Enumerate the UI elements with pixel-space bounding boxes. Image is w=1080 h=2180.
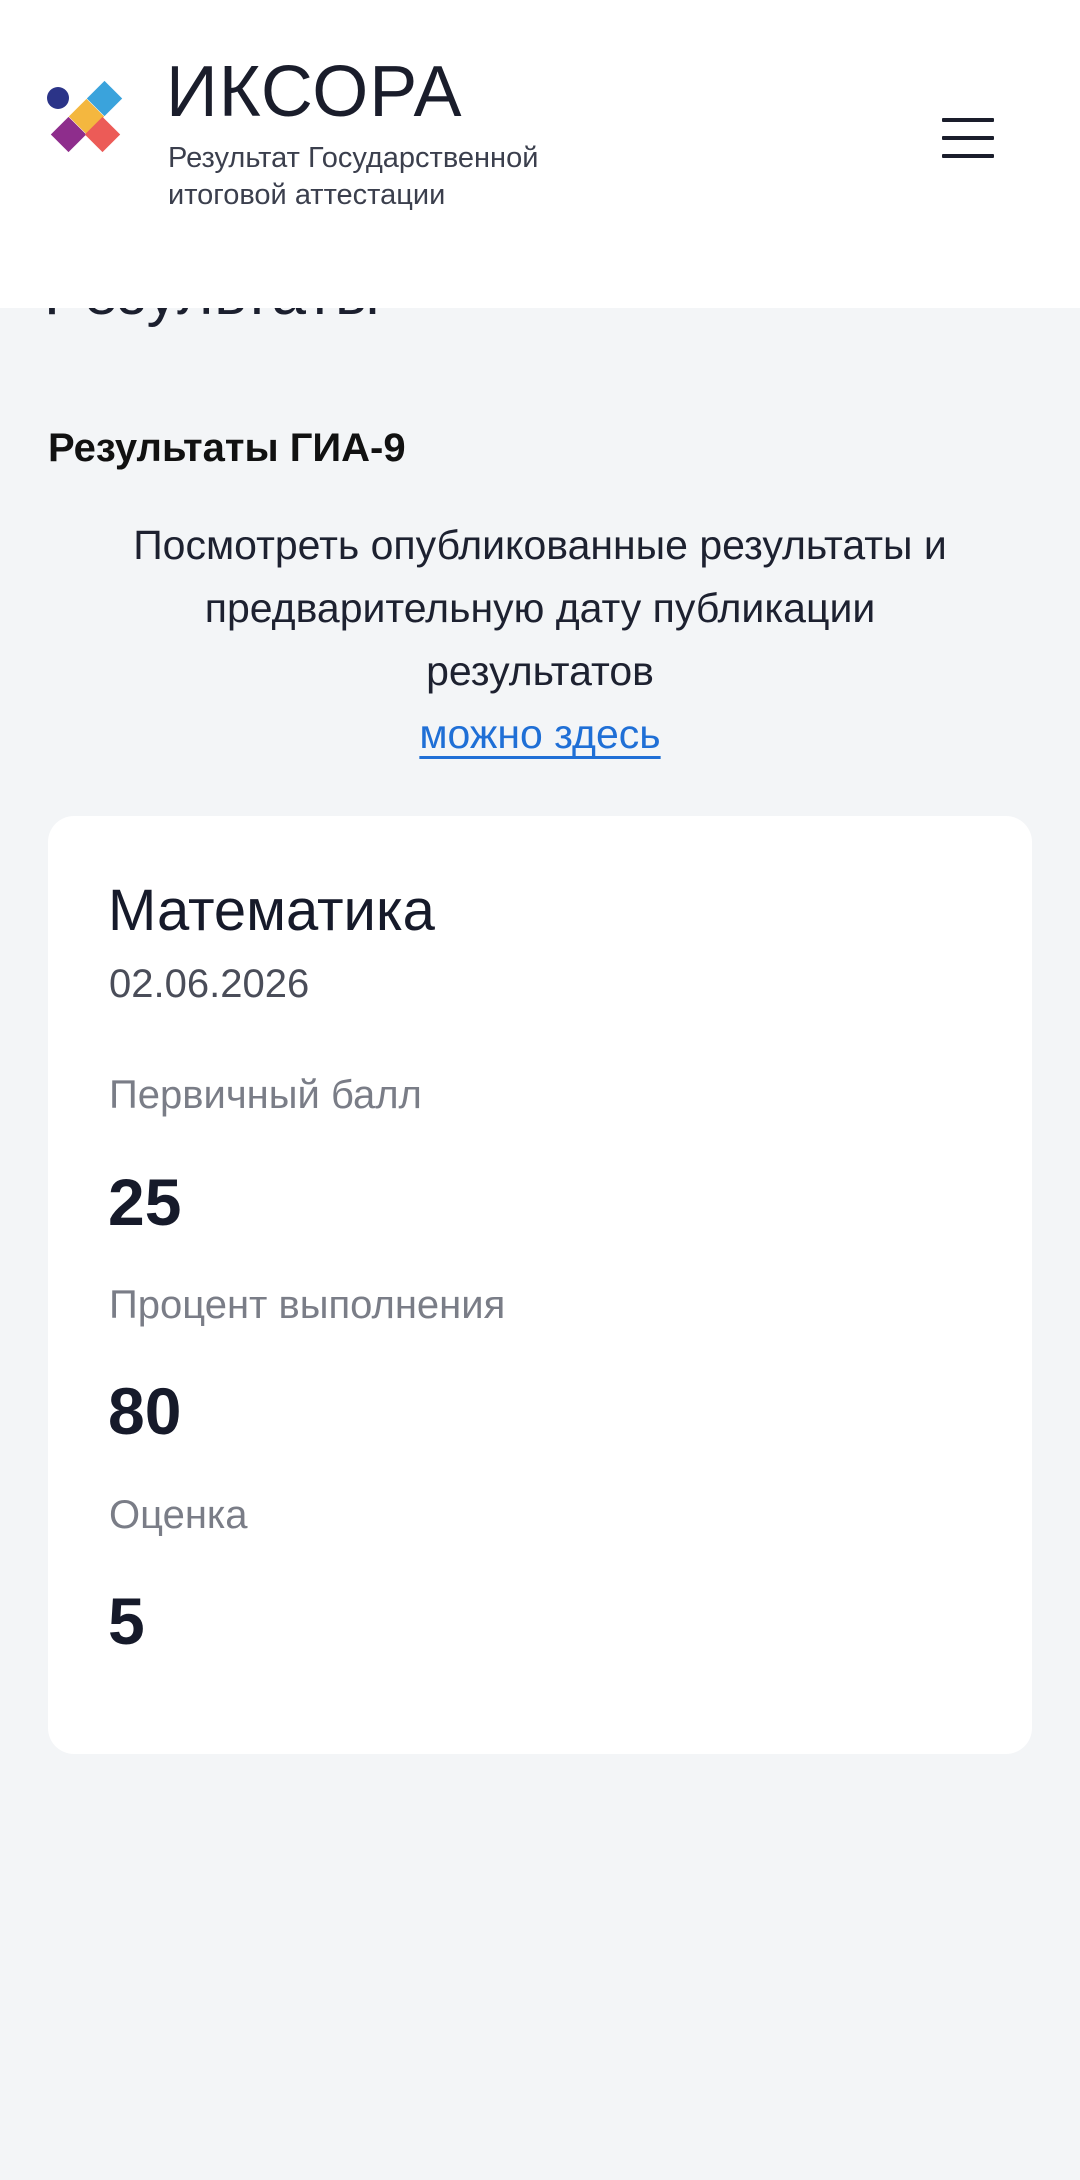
percent-value: 80 [108,1374,182,1448]
result-card: Математика 02.06.2026 Первичный балл 25 … [48,816,1032,1754]
results-info-text: Посмотреть опубликованные результаты и п… [60,514,1020,766]
brand-name: ИКСОРА [166,52,463,132]
brand-subtitle: Результат Государственной итоговой аттес… [168,140,608,214]
info-line-3: результатов [426,648,654,694]
brand-subtitle-line-1: Результат Государственной [168,142,539,174]
results-link[interactable]: можно здесь [419,711,660,757]
brand-subtitle-line-2: итоговой аттестации [168,179,446,211]
site-header: ИКСОРА Результат Государственной итогово… [0,0,1080,308]
info-line-2: предварительную дату публикации [204,585,876,631]
exam-date: 02.06.2026 [109,962,310,1006]
grade-label: Оценка [109,1493,248,1537]
iksora-logo-icon[interactable] [46,80,126,160]
percent-label: Процент выполнения [109,1283,506,1327]
subject-name: Математика [108,878,435,943]
hamburger-menu-icon [942,118,994,158]
grade-value: 5 [108,1584,145,1658]
primary-score-value: 25 [108,1165,182,1239]
section-title: Результаты ГИА-9 [48,426,406,470]
info-line-1: Посмотреть опубликованные результаты и [133,522,947,568]
menu-button[interactable] [940,100,1016,176]
primary-score-label: Первичный балл [109,1073,422,1117]
